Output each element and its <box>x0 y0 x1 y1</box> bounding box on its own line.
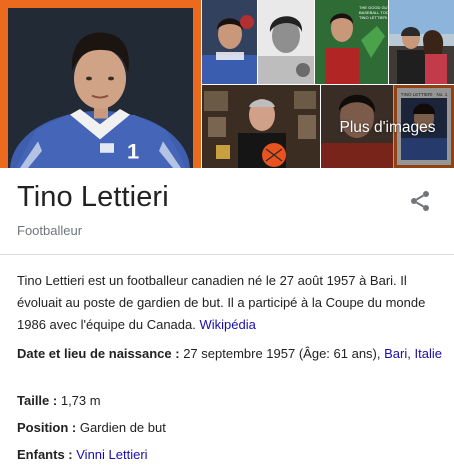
gallery-image-6-art <box>202 85 320 168</box>
fact-children-label: Enfants : <box>17 447 73 462</box>
gallery-image-4-art: THE GOOD GUY OF BASEBALL TOO TINO LETTIE… <box>315 0 388 84</box>
wikipedia-link[interactable]: Wikipédia <box>199 317 255 332</box>
gallery-image-5[interactable] <box>389 0 454 84</box>
gallery-image-4[interactable]: THE GOOD GUY OF BASEBALL TOO TINO LETTIE… <box>315 0 388 84</box>
bari-link[interactable]: Bari <box>384 346 407 361</box>
italie-link[interactable]: Italie <box>415 346 442 361</box>
fact-birth-label: Date et lieu de naissance : <box>17 346 180 361</box>
main-portrait-art: 1 <box>8 8 193 168</box>
fact-height-label: Taille : <box>17 393 58 408</box>
share-button[interactable] <box>408 189 432 213</box>
tile-4-caption: THE GOOD GUY OF BASEBALL TOO TINO LETTIE… <box>359 5 388 20</box>
jersey-number: 1 <box>127 140 139 163</box>
entity-title-block: Tino Lettieri <box>17 181 169 214</box>
entity-title: Tino Lettieri <box>17 181 169 213</box>
gallery-image-2[interactable] <box>202 0 257 84</box>
fact-position-label: Position : <box>17 420 77 435</box>
fact-height: Taille : 1,73 m <box>17 390 442 412</box>
vinni-lettieri-link[interactable]: Vinni Lettieri <box>76 447 147 462</box>
image-gallery: 1 THE GOOD GU BASEBALL TOO TINO LETTIERI… <box>0 0 454 168</box>
fact-birth: Date et lieu de naissance : 27 septembre… <box>17 343 442 365</box>
gallery-image-5-art <box>389 0 454 84</box>
gallery-image-6[interactable] <box>202 85 320 168</box>
gallery-image-2-art <box>202 0 257 84</box>
share-icon <box>411 191 429 211</box>
gallery-image-3-art <box>258 0 314 84</box>
more-images-button[interactable]: Plus d'images <box>321 85 454 168</box>
fact-children: Enfants : Vinni Lettieri <box>17 444 442 466</box>
more-images-label: Plus d'images <box>339 118 436 136</box>
main-portrait-image[interactable]: 1 <box>0 0 201 168</box>
gallery-image-3[interactable] <box>258 0 314 84</box>
fact-position-value: Gardien de but <box>79 420 166 435</box>
fact-position: Position : Gardien de but <box>17 417 442 439</box>
description: Tino Lettieri est un footballeur canadie… <box>17 270 442 336</box>
fact-birth-separator: , <box>407 346 411 361</box>
divider <box>0 254 454 255</box>
fact-height-value: 1,73 m <box>60 393 101 408</box>
fact-birth-value: 27 septembre 1957 (Âge: 61 ans), <box>183 346 381 361</box>
entity-subtitle: Footballeur <box>17 223 83 238</box>
